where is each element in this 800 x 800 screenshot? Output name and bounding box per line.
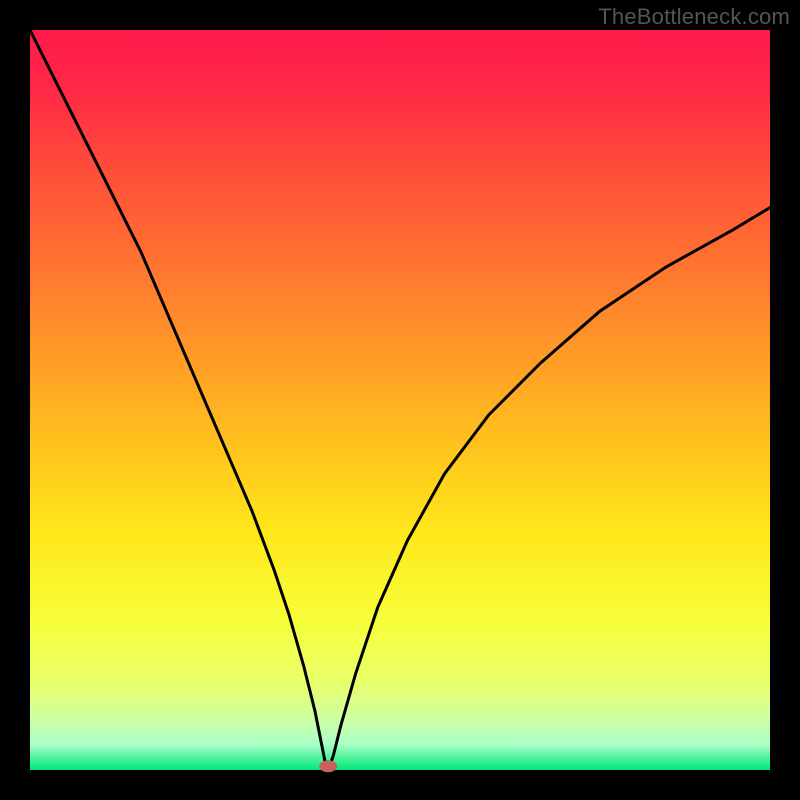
plot-background bbox=[30, 30, 770, 770]
chart-frame: TheBottleneck.com bbox=[0, 0, 800, 800]
bottleneck-chart bbox=[0, 0, 800, 800]
watermark-text: TheBottleneck.com bbox=[598, 4, 790, 30]
optimal-point-marker bbox=[319, 760, 337, 772]
